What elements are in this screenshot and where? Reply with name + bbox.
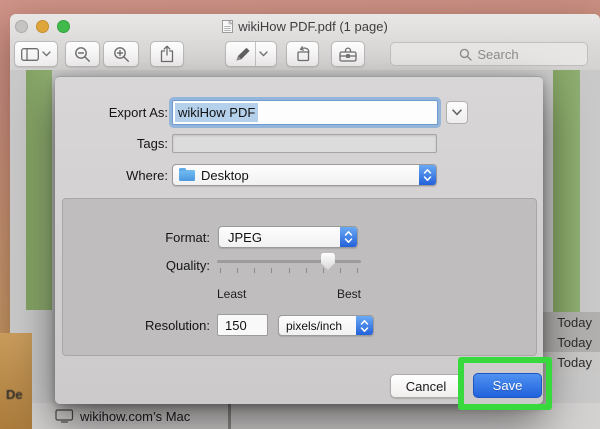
desktop-background-patch	[0, 333, 32, 429]
format-select[interactable]: JPEG	[218, 226, 358, 248]
titlebar: wikiHow PDF.pdf (1 page)	[10, 14, 600, 38]
date-cell: Today	[533, 312, 600, 332]
rotate-left-button[interactable]	[286, 41, 319, 67]
selected-filename-text: wikiHow PDF	[175, 103, 258, 122]
share-icon	[159, 45, 175, 63]
window-title-group: wikiHow PDF.pdf (1 page)	[222, 19, 388, 34]
save-highlight-annotation	[458, 357, 552, 410]
folder-icon	[179, 170, 195, 181]
chevron-down-icon	[452, 109, 462, 116]
slider-ticks	[220, 268, 358, 273]
search-icon	[459, 48, 472, 61]
zoom-out-button[interactable]	[65, 41, 100, 67]
traffic-lights	[15, 20, 70, 33]
quality-range-labels: Least Best	[217, 287, 361, 301]
resolution-label: Resolution:	[55, 318, 210, 333]
date-cell: Today	[533, 332, 600, 352]
chevron-down-icon	[259, 51, 268, 57]
toolbar: Search	[10, 38, 600, 71]
view-menu-button[interactable]	[14, 41, 58, 67]
quality-slider[interactable]	[217, 255, 361, 279]
slider-track[interactable]	[217, 260, 361, 263]
export-as-label: Export As:	[55, 105, 168, 120]
chevron-down-icon	[42, 51, 51, 57]
rotate-left-icon	[294, 46, 312, 62]
segment-divider	[255, 42, 256, 66]
cancel-button[interactable]: Cancel	[390, 374, 462, 398]
export-filename-input[interactable]: wikiHow PDF	[172, 100, 438, 125]
popup-stepper-icon	[356, 316, 373, 335]
where-select[interactable]: Desktop	[172, 164, 437, 186]
tags-label: Tags:	[55, 136, 168, 151]
sidebar-item-device[interactable]: wikihow.com’s Mac	[55, 409, 190, 424]
resolution-unit-select[interactable]: pixels/inch	[278, 315, 374, 336]
toolbox-icon	[339, 47, 357, 62]
search-input[interactable]: Search	[390, 42, 588, 66]
popup-stepper-icon	[340, 227, 357, 247]
minimize-button[interactable]	[36, 20, 49, 33]
sidebar-item-label: wikihow.com’s Mac	[80, 409, 190, 424]
pane-divider	[228, 403, 231, 429]
resolution-value: 150	[225, 318, 247, 333]
zoom-in-button[interactable]	[103, 41, 139, 67]
display-icon	[55, 409, 74, 423]
obscured-background-text: De	[6, 387, 23, 402]
export-dialog: Export As: wikiHow PDF Tags: Where: Desk…	[55, 76, 543, 404]
format-label: Format:	[55, 230, 210, 245]
where-label: Where:	[55, 168, 168, 183]
sidebar-view-icon	[21, 48, 39, 61]
share-button[interactable]	[150, 41, 184, 67]
where-value: Desktop	[201, 168, 249, 183]
markup-toolbox-button[interactable]	[331, 41, 365, 67]
quality-least-label: Least	[217, 287, 246, 301]
screen: wikiHow PDF.pdf (1 page)	[0, 0, 600, 429]
zoom-out-icon	[74, 46, 91, 63]
resolution-input[interactable]: 150	[217, 314, 268, 336]
document-thumbnail-right	[553, 70, 580, 316]
document-thumbnail-left	[26, 70, 52, 310]
popup-stepper-icon	[419, 165, 436, 185]
resolution-unit-value: pixels/inch	[286, 319, 342, 333]
tags-input[interactable]	[172, 134, 437, 153]
quality-label: Quality:	[55, 258, 210, 273]
quality-best-label: Best	[337, 287, 361, 301]
zoom-window-button[interactable]	[57, 20, 70, 33]
window-title: wikiHow PDF.pdf (1 page)	[238, 19, 388, 34]
search-placeholder: Search	[477, 47, 518, 62]
markup-menu-button[interactable]	[225, 41, 277, 67]
format-value: JPEG	[228, 230, 262, 245]
markup-pen-icon	[235, 46, 252, 62]
expand-dialog-button[interactable]	[446, 101, 468, 124]
document-proxy-icon	[222, 20, 233, 33]
close-button[interactable]	[15, 20, 28, 33]
zoom-in-icon	[113, 46, 130, 63]
